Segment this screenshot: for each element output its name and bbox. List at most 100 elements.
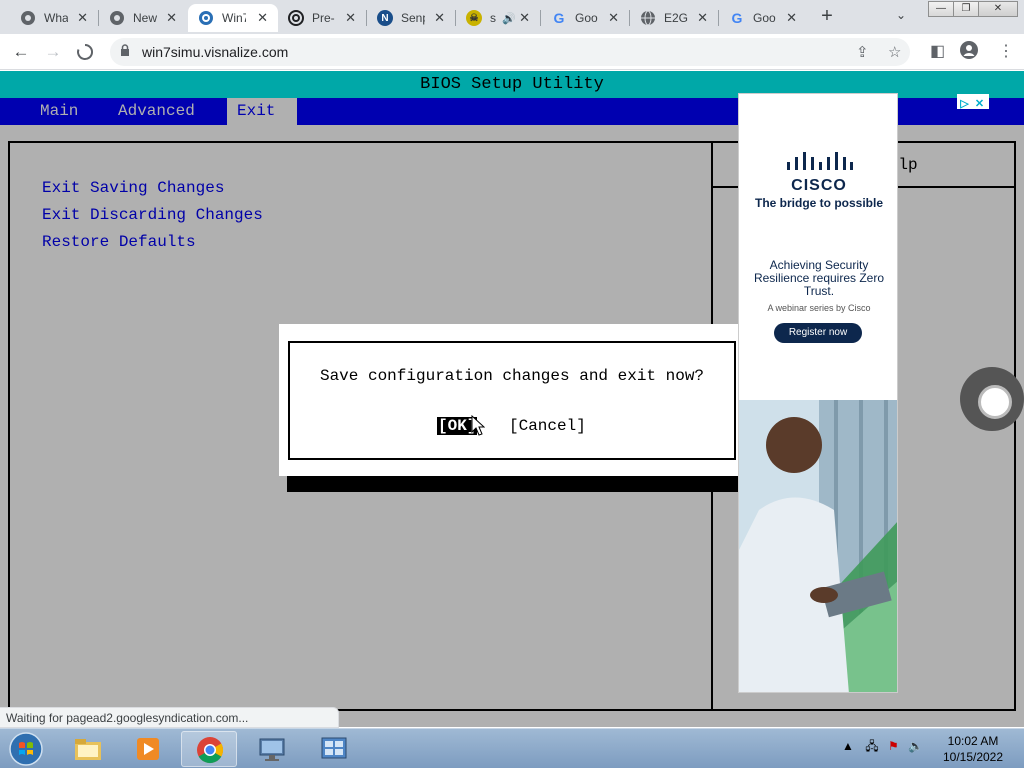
advertisement-banner[interactable]: CISCO The bridge to possible Achieving S… bbox=[738, 93, 898, 693]
taskbar-clock[interactable]: 10:02 AM 10/15/2022 bbox=[932, 733, 1014, 765]
cisco-logo: CISCO bbox=[739, 152, 897, 195]
profile-avatar-icon[interactable] bbox=[960, 41, 978, 64]
close-tab-icon[interactable]: ✕ bbox=[257, 10, 268, 26]
tab-4[interactable]: Pre- ✕ bbox=[278, 4, 366, 32]
menu-dots-icon[interactable]: ⋮ bbox=[998, 41, 1014, 61]
action-center-flag-icon[interactable]: ⚑ bbox=[888, 739, 899, 753]
dialog-shadow bbox=[287, 476, 752, 492]
mouse-cursor-icon bbox=[471, 415, 485, 436]
url-text[interactable]: win7simu.visnalize.com bbox=[142, 44, 288, 60]
tab-8[interactable]: E2G ✕ bbox=[630, 4, 718, 32]
bios-option-restore-defaults[interactable]: Restore Defaults bbox=[42, 233, 196, 251]
cisco-wordmark: CISCO bbox=[791, 177, 847, 194]
bios-menu-main[interactable]: Main bbox=[30, 98, 88, 125]
clock-date: 10/15/2022 bbox=[942, 750, 1004, 764]
tab-title: What bbox=[44, 11, 68, 25]
show-hidden-icons-icon[interactable]: ▲ bbox=[842, 739, 854, 753]
ad-photo-person-laptop bbox=[739, 400, 897, 692]
close-tab-icon[interactable]: ✕ bbox=[345, 10, 356, 26]
n-logo-icon: N bbox=[377, 10, 393, 26]
close-tab-icon[interactable]: ✕ bbox=[608, 10, 619, 26]
close-tab-icon[interactable]: ✕ bbox=[77, 10, 88, 26]
close-tab-icon[interactable]: ✕ bbox=[166, 10, 177, 26]
close-tab-icon[interactable]: ✕ bbox=[519, 10, 530, 26]
media-player-icon bbox=[137, 738, 159, 760]
start-button[interactable] bbox=[4, 730, 48, 768]
taskbar-explorer[interactable] bbox=[60, 731, 116, 767]
tab-title: Pre- bbox=[312, 11, 335, 25]
tab-title: Senp bbox=[401, 11, 425, 25]
close-window-button[interactable]: ✕ bbox=[978, 1, 1018, 17]
control-panel-icon bbox=[321, 737, 347, 759]
back-button[interactable]: ← bbox=[10, 42, 32, 64]
tab-title: s bbox=[490, 11, 496, 25]
ad-headline: Achieving Security Resilience requires Z… bbox=[753, 258, 885, 298]
tab-3-active[interactable]: Win7 ✕ bbox=[188, 4, 278, 32]
taskbar-media-player[interactable] bbox=[120, 731, 176, 767]
ad-info-icon[interactable]: ▷ bbox=[957, 97, 972, 111]
taskbar-remote-desktop[interactable] bbox=[244, 731, 300, 767]
bios-option-exit-discarding[interactable]: Exit Discarding Changes bbox=[42, 206, 263, 224]
ad-choices[interactable]: ▷ ✕ bbox=[957, 94, 989, 111]
forward-button[interactable]: → bbox=[42, 42, 64, 64]
monitor-icon bbox=[259, 738, 285, 761]
bookmark-star-icon[interactable]: ☆ bbox=[888, 43, 901, 61]
tab-title: Goo bbox=[753, 11, 776, 25]
tab-5[interactable]: N Senp ✕ bbox=[367, 4, 455, 32]
win7sim-icon bbox=[198, 10, 214, 26]
bios-option-exit-saving[interactable]: Exit Saving Changes bbox=[42, 179, 224, 197]
tab-1[interactable]: What ✕ bbox=[10, 4, 98, 32]
tab-title: E2G bbox=[664, 11, 688, 25]
chrome-icon bbox=[20, 10, 36, 26]
folder-icon bbox=[75, 739, 101, 760]
side-panel-icon[interactable]: ◧ bbox=[930, 41, 945, 61]
share-icon[interactable]: ⇪ bbox=[856, 43, 869, 61]
windows-orb-icon bbox=[9, 732, 43, 766]
bios-menu-advanced[interactable]: Advanced bbox=[108, 98, 205, 125]
ad-close-icon[interactable]: ✕ bbox=[972, 97, 987, 111]
confirm-dialog-box: Save configuration changes and exit now?… bbox=[288, 341, 736, 460]
ad-register-button[interactable]: Register now bbox=[774, 323, 862, 343]
dialog-message: Save configuration changes and exit now? bbox=[319, 367, 705, 385]
close-tab-icon[interactable]: ✕ bbox=[697, 10, 708, 26]
clock-time: 10:02 AM bbox=[947, 734, 999, 748]
ad-subline: A webinar series by Cisco bbox=[767, 303, 871, 313]
system-tray: ▲ 🖧 ⚑ 🔈 bbox=[842, 737, 923, 758]
browser-toolbar: ← → win7simu.visnalize.com ⇪ ☆ ◧ ⋮ bbox=[0, 34, 1024, 70]
loading-spinner-icon bbox=[77, 43, 94, 60]
windows-taskbar: ▲ 🖧 ⚑ 🔈 10:02 AM 10/15/2022 bbox=[0, 728, 1024, 768]
taskbar-chrome[interactable] bbox=[181, 731, 237, 767]
google-icon: G bbox=[553, 10, 565, 26]
tab-title: Win7 bbox=[222, 11, 246, 25]
address-bar[interactable]: win7simu.visnalize.com ⇪ ☆ bbox=[110, 38, 910, 66]
cisco-bars-icon bbox=[787, 152, 853, 170]
volume-icon[interactable]: 🔈 bbox=[908, 739, 923, 753]
new-tab-button[interactable]: + bbox=[815, 5, 839, 29]
cancel-button[interactable]: [Cancel] bbox=[509, 417, 586, 435]
tab-title: New bbox=[133, 11, 157, 25]
tab-strip: What ✕ New ✕ Win7 ✕ Pre- ✕ N Senp ✕ ☠ s … bbox=[0, 0, 1024, 34]
minimize-button[interactable]: — bbox=[928, 1, 954, 17]
speaker-icon[interactable]: 🔊 bbox=[502, 12, 516, 25]
lock-icon bbox=[121, 44, 129, 56]
taskbar-control-panel[interactable] bbox=[306, 731, 362, 767]
close-tab-icon[interactable]: ✕ bbox=[434, 10, 445, 26]
tab-2[interactable]: New ✕ bbox=[99, 4, 187, 32]
network-icon[interactable]: 🖧 bbox=[865, 739, 878, 753]
spiral-icon bbox=[288, 10, 304, 26]
stop-loading-button[interactable] bbox=[74, 42, 96, 64]
tab-6[interactable]: ☠ s 🔊 ✕ bbox=[456, 4, 540, 32]
ad-tagline: The bridge to possible bbox=[754, 196, 883, 210]
tab-7[interactable]: G Goo ✕ bbox=[541, 4, 629, 32]
tab-search-chevron-icon[interactable]: ⌄ bbox=[896, 8, 906, 22]
chrome-icon bbox=[197, 737, 224, 764]
globe-icon bbox=[640, 10, 656, 26]
bios-menu-exit[interactable]: Exit bbox=[227, 98, 297, 125]
tab-9[interactable]: G Goo ✕ bbox=[719, 4, 807, 32]
restore-button[interactable]: ❐ bbox=[953, 1, 979, 17]
close-tab-icon[interactable]: ✕ bbox=[786, 10, 797, 26]
skull-icon: ☠ bbox=[466, 10, 482, 26]
chrome-icon bbox=[109, 10, 125, 26]
tab-title: Goo bbox=[575, 11, 598, 25]
floating-assistive-button[interactable] bbox=[960, 367, 1024, 431]
